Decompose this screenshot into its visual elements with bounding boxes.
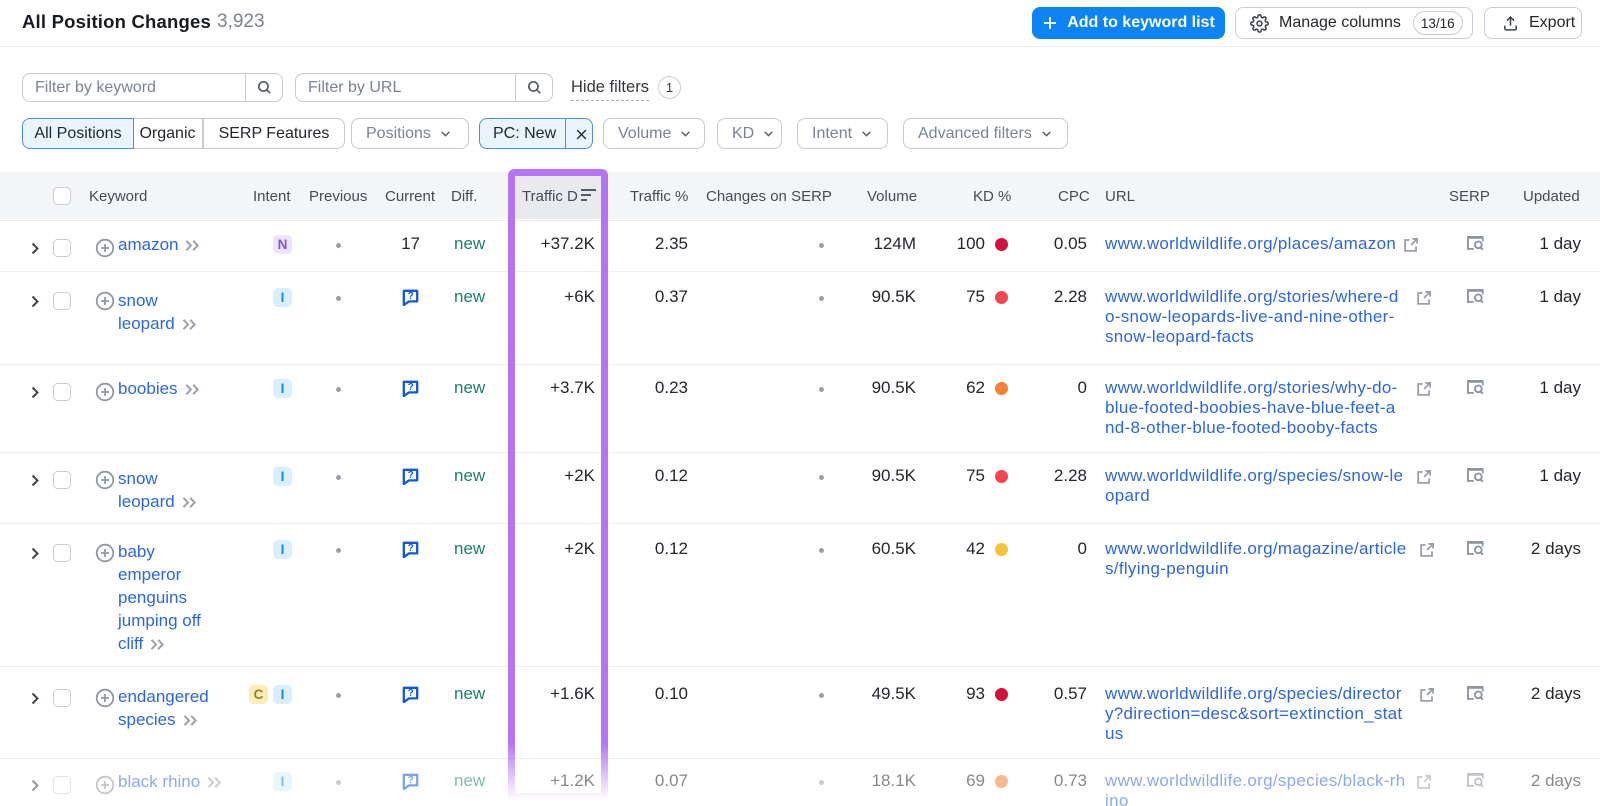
svg-text:?: ? — [408, 543, 414, 554]
svg-text:?: ? — [408, 688, 414, 699]
svg-text:?: ? — [408, 775, 414, 786]
svg-text:?: ? — [408, 470, 414, 481]
svg-text:?: ? — [408, 382, 414, 393]
svg-text:?: ? — [408, 291, 414, 302]
